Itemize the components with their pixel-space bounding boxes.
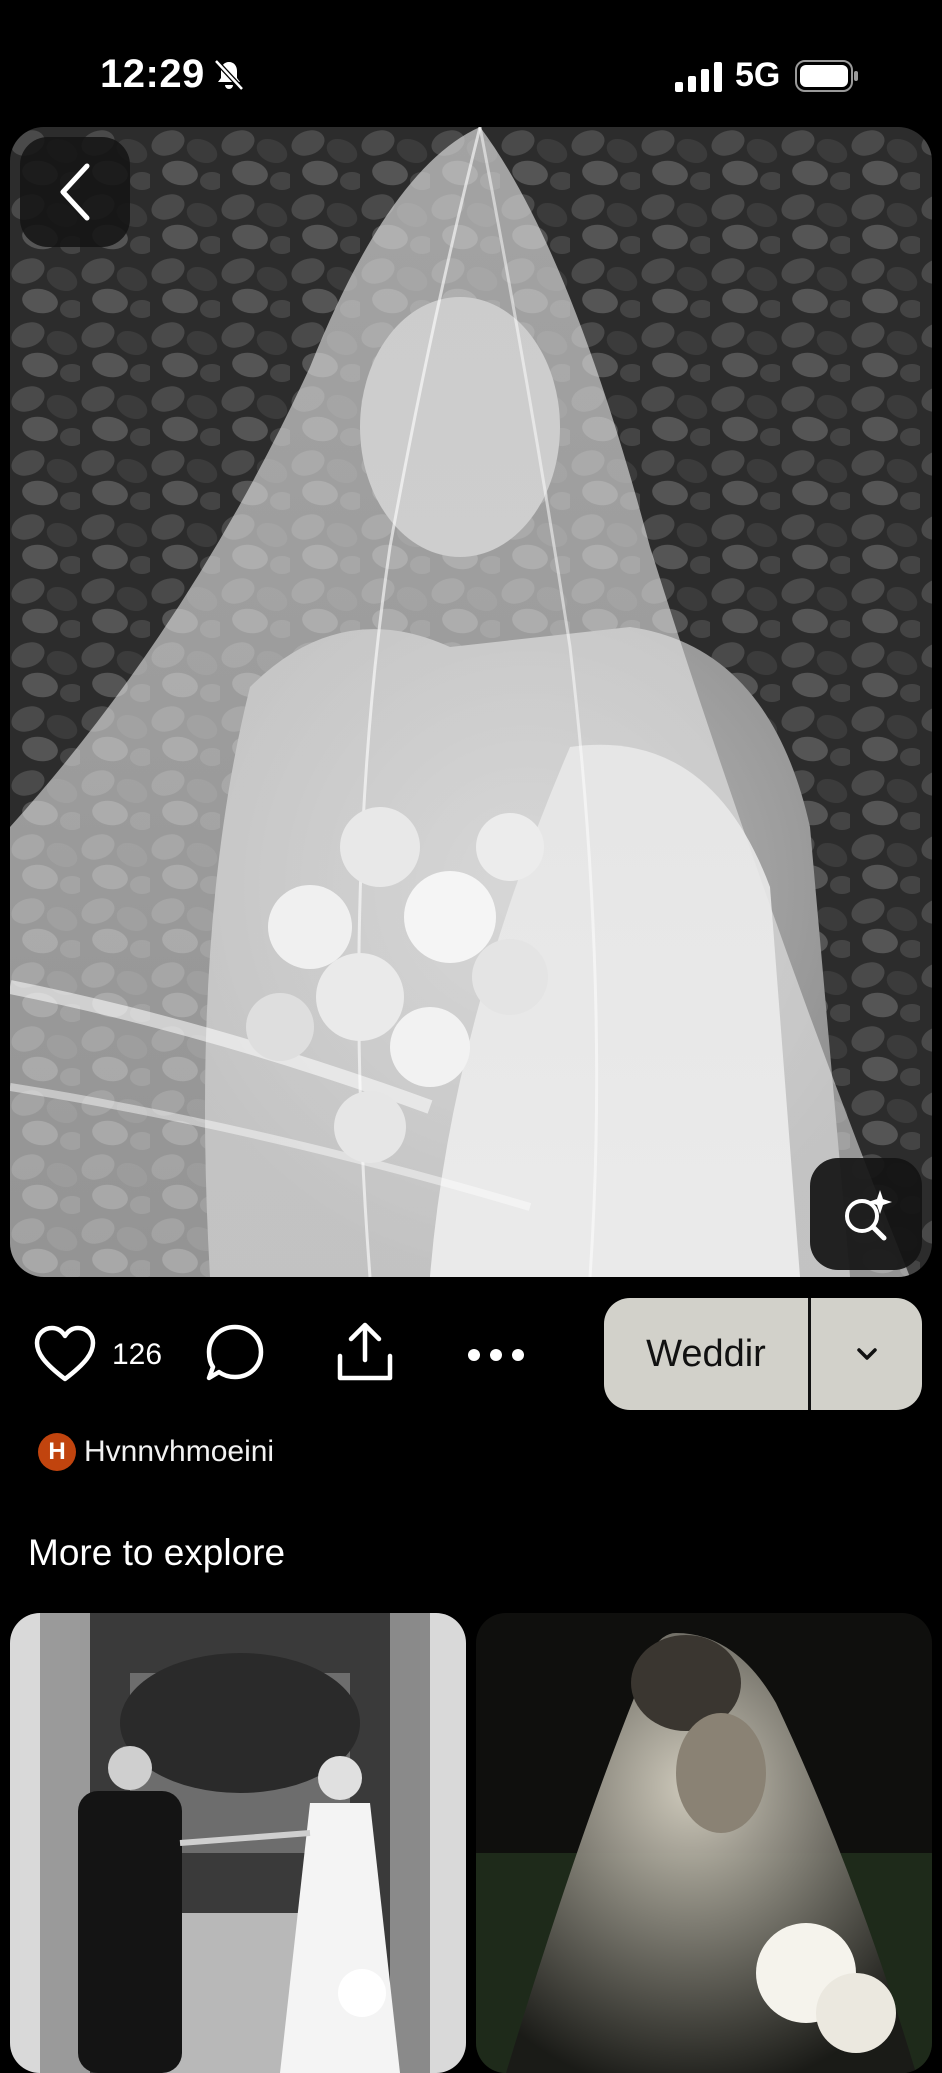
bell-mute-icon xyxy=(214,59,244,91)
back-button[interactable] xyxy=(20,137,130,247)
board-dropdown-button[interactable] xyxy=(811,1298,922,1410)
pin-image[interactable] xyxy=(10,127,932,1277)
chevron-left-icon xyxy=(60,163,90,221)
visual-search-icon xyxy=(845,1190,892,1241)
heart-icon[interactable] xyxy=(34,1325,96,1383)
explore-pin-couple[interactable] xyxy=(10,1613,466,2073)
network-type: 5G xyxy=(735,56,781,94)
board-save-button[interactable]: Weddir xyxy=(604,1298,808,1410)
comment-icon[interactable] xyxy=(205,1322,265,1384)
explore-pin-veil[interactable] xyxy=(476,1613,932,2073)
cellular-signal-icon xyxy=(675,62,722,92)
more-icon[interactable] xyxy=(466,1340,526,1370)
battery-icon xyxy=(795,60,858,92)
author-name[interactable]: Hvnnvhmoeini xyxy=(84,1435,274,1469)
visual-search-button[interactable] xyxy=(810,1158,922,1270)
share-icon[interactable] xyxy=(335,1320,395,1384)
like-count: 126 xyxy=(112,1338,163,1371)
avatar[interactable]: H xyxy=(38,1433,76,1471)
couple-photo xyxy=(10,1613,466,2073)
section-title: More to explore xyxy=(28,1532,286,1573)
veil-photo xyxy=(476,1613,932,2073)
status-time: 12:29 xyxy=(100,52,205,96)
chevron-down-icon xyxy=(856,1348,877,1360)
bride-veil-photo xyxy=(10,127,932,1277)
board-save-group: Weddir xyxy=(604,1298,922,1410)
